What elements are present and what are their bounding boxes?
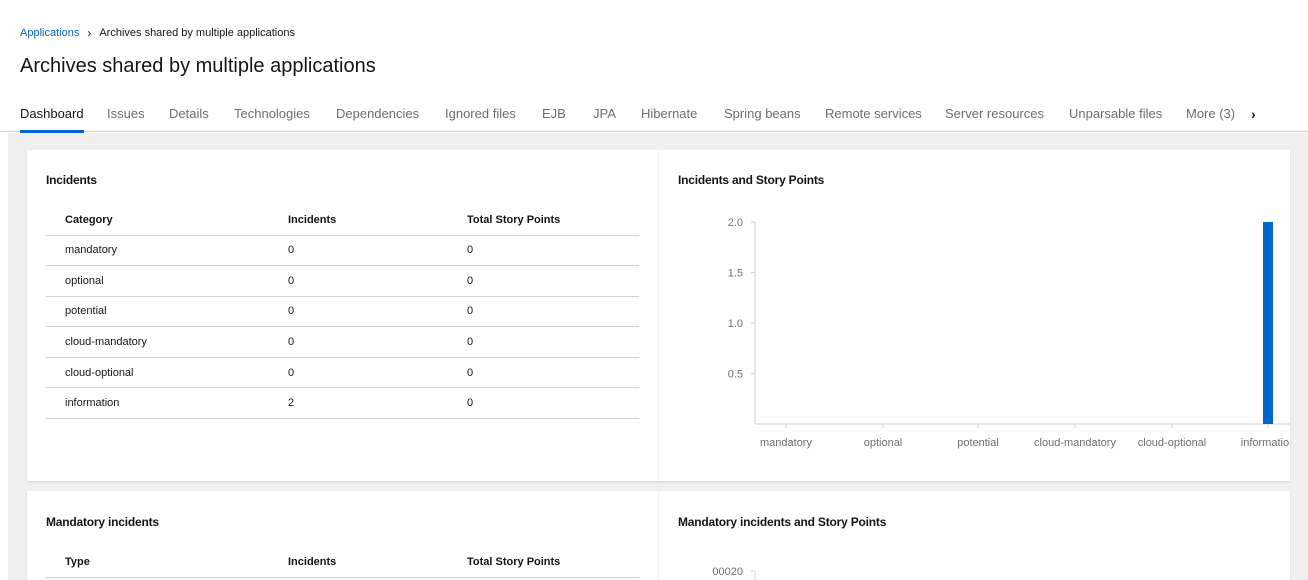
row-incidents: 0: [269, 326, 448, 358]
page-title: Archives shared by multiple applications: [20, 55, 376, 77]
column-header-story-points: Total Story Points: [448, 206, 639, 236]
table-row: optional 0 0: [46, 265, 639, 297]
incidents-chart-title: Incidents and Story Points: [678, 173, 825, 187]
breadcrumb-separator-icon: ›: [87, 26, 92, 40]
row-category: mandatory: [46, 235, 269, 267]
mandatory-title: Mandatory incidents: [46, 515, 159, 529]
chart-bar: [1263, 222, 1273, 424]
tab-spring-beans[interactable]: Spring beans: [724, 98, 801, 132]
tab-bar: Dashboard Issues Details Technologies De…: [0, 98, 1308, 133]
tab-unparsable-files[interactable]: Unparsable files: [1069, 98, 1162, 132]
y-tick-label: 0.5: [728, 369, 743, 381]
mandatory-chart: 00020: [712, 566, 756, 580]
x-tick-label: potential: [957, 437, 999, 449]
table-header-row: Type Incidents Total Story Points: [46, 548, 639, 578]
table-row: mandatory 0 0: [46, 235, 639, 267]
x-tick-label: cloud-mandatory: [1034, 437, 1116, 449]
tab-remote-services[interactable]: Remote services: [825, 98, 922, 132]
row-incidents: 0: [269, 296, 448, 328]
mandatory-chart-title: Mandatory incidents and Story Points: [678, 515, 887, 529]
tab-server-resources[interactable]: Server resources: [945, 98, 1044, 132]
column-header-type: Type: [46, 548, 269, 578]
row-incidents: 0: [269, 265, 448, 297]
table-header-row: Category Incidents Total Story Points: [46, 206, 639, 236]
incidents-table: Category Incidents Total Story Points ma…: [46, 206, 639, 420]
row-incidents: 2: [269, 387, 448, 420]
column-header-incidents: Incidents: [269, 548, 448, 578]
incidents-title: Incidents: [46, 173, 97, 187]
x-tick-label: optional: [864, 437, 903, 449]
table-row: information 2 0: [46, 387, 639, 420]
breadcrumb-applications-link[interactable]: Applications: [20, 27, 79, 39]
tab-technologies[interactable]: Technologies: [234, 98, 310, 132]
tab-more[interactable]: More (3): [1186, 98, 1235, 132]
table-row: cloud-mandatory 0 0: [46, 326, 639, 358]
tab-details[interactable]: Details: [169, 98, 209, 132]
column-header-category: Category: [46, 206, 269, 236]
mandatory-table: Type Incidents Total Story Points: [46, 548, 639, 578]
y-tick-label: 2.0: [728, 217, 743, 229]
row-story-points: 0: [448, 387, 639, 420]
x-tick-label: information: [1241, 437, 1290, 449]
table-row: cloud-optional 0 0: [46, 357, 639, 389]
breadcrumb: Applications › Archives shared by multip…: [20, 26, 295, 40]
x-tick-label: mandatory: [760, 437, 812, 449]
tab-ignored-files[interactable]: Ignored files: [445, 98, 516, 132]
table-row: potential 0 0: [46, 296, 639, 328]
incidents-chart: 2.0 1.5 1.0 0.5 mandatory optional potential cl…: [728, 217, 1290, 449]
tab-ejb[interactable]: EJB: [542, 98, 566, 132]
tab-issues[interactable]: Issues: [107, 98, 145, 132]
tab-dependencies[interactable]: Dependencies: [336, 98, 419, 132]
row-category: cloud-mandatory: [46, 326, 269, 358]
row-incidents: 0: [269, 357, 448, 389]
row-category: information: [46, 387, 269, 420]
row-story-points: 0: [448, 296, 639, 328]
row-story-points: 0: [448, 357, 639, 389]
y-tick-label: 1.5: [728, 268, 743, 280]
y-tick-label: 1.0: [728, 318, 743, 330]
chevron-right-icon[interactable]: ›: [1251, 98, 1256, 132]
incidents-card: Incidents Category Incidents Total Story…: [27, 150, 1290, 481]
row-category: potential: [46, 296, 269, 328]
row-incidents: 0: [269, 235, 448, 267]
row-category: cloud-optional: [46, 357, 269, 389]
mandatory-card: Mandatory incidents Type Incidents Total…: [27, 491, 1290, 580]
row-story-points: 0: [448, 265, 639, 297]
tab-hibernate[interactable]: Hibernate: [641, 98, 697, 132]
column-header-story-points: Total Story Points: [448, 548, 639, 578]
x-tick-label: cloud-optional: [1138, 437, 1207, 449]
tab-dashboard[interactable]: Dashboard: [20, 98, 84, 133]
column-header-incidents: Incidents: [269, 206, 448, 236]
y-tick-label: 00020: [712, 566, 743, 578]
breadcrumb-current: Archives shared by multiple applications: [99, 27, 295, 39]
tab-jpa[interactable]: JPA: [593, 98, 616, 132]
row-story-points: 0: [448, 235, 639, 267]
row-story-points: 0: [448, 326, 639, 358]
row-category: optional: [46, 265, 269, 297]
